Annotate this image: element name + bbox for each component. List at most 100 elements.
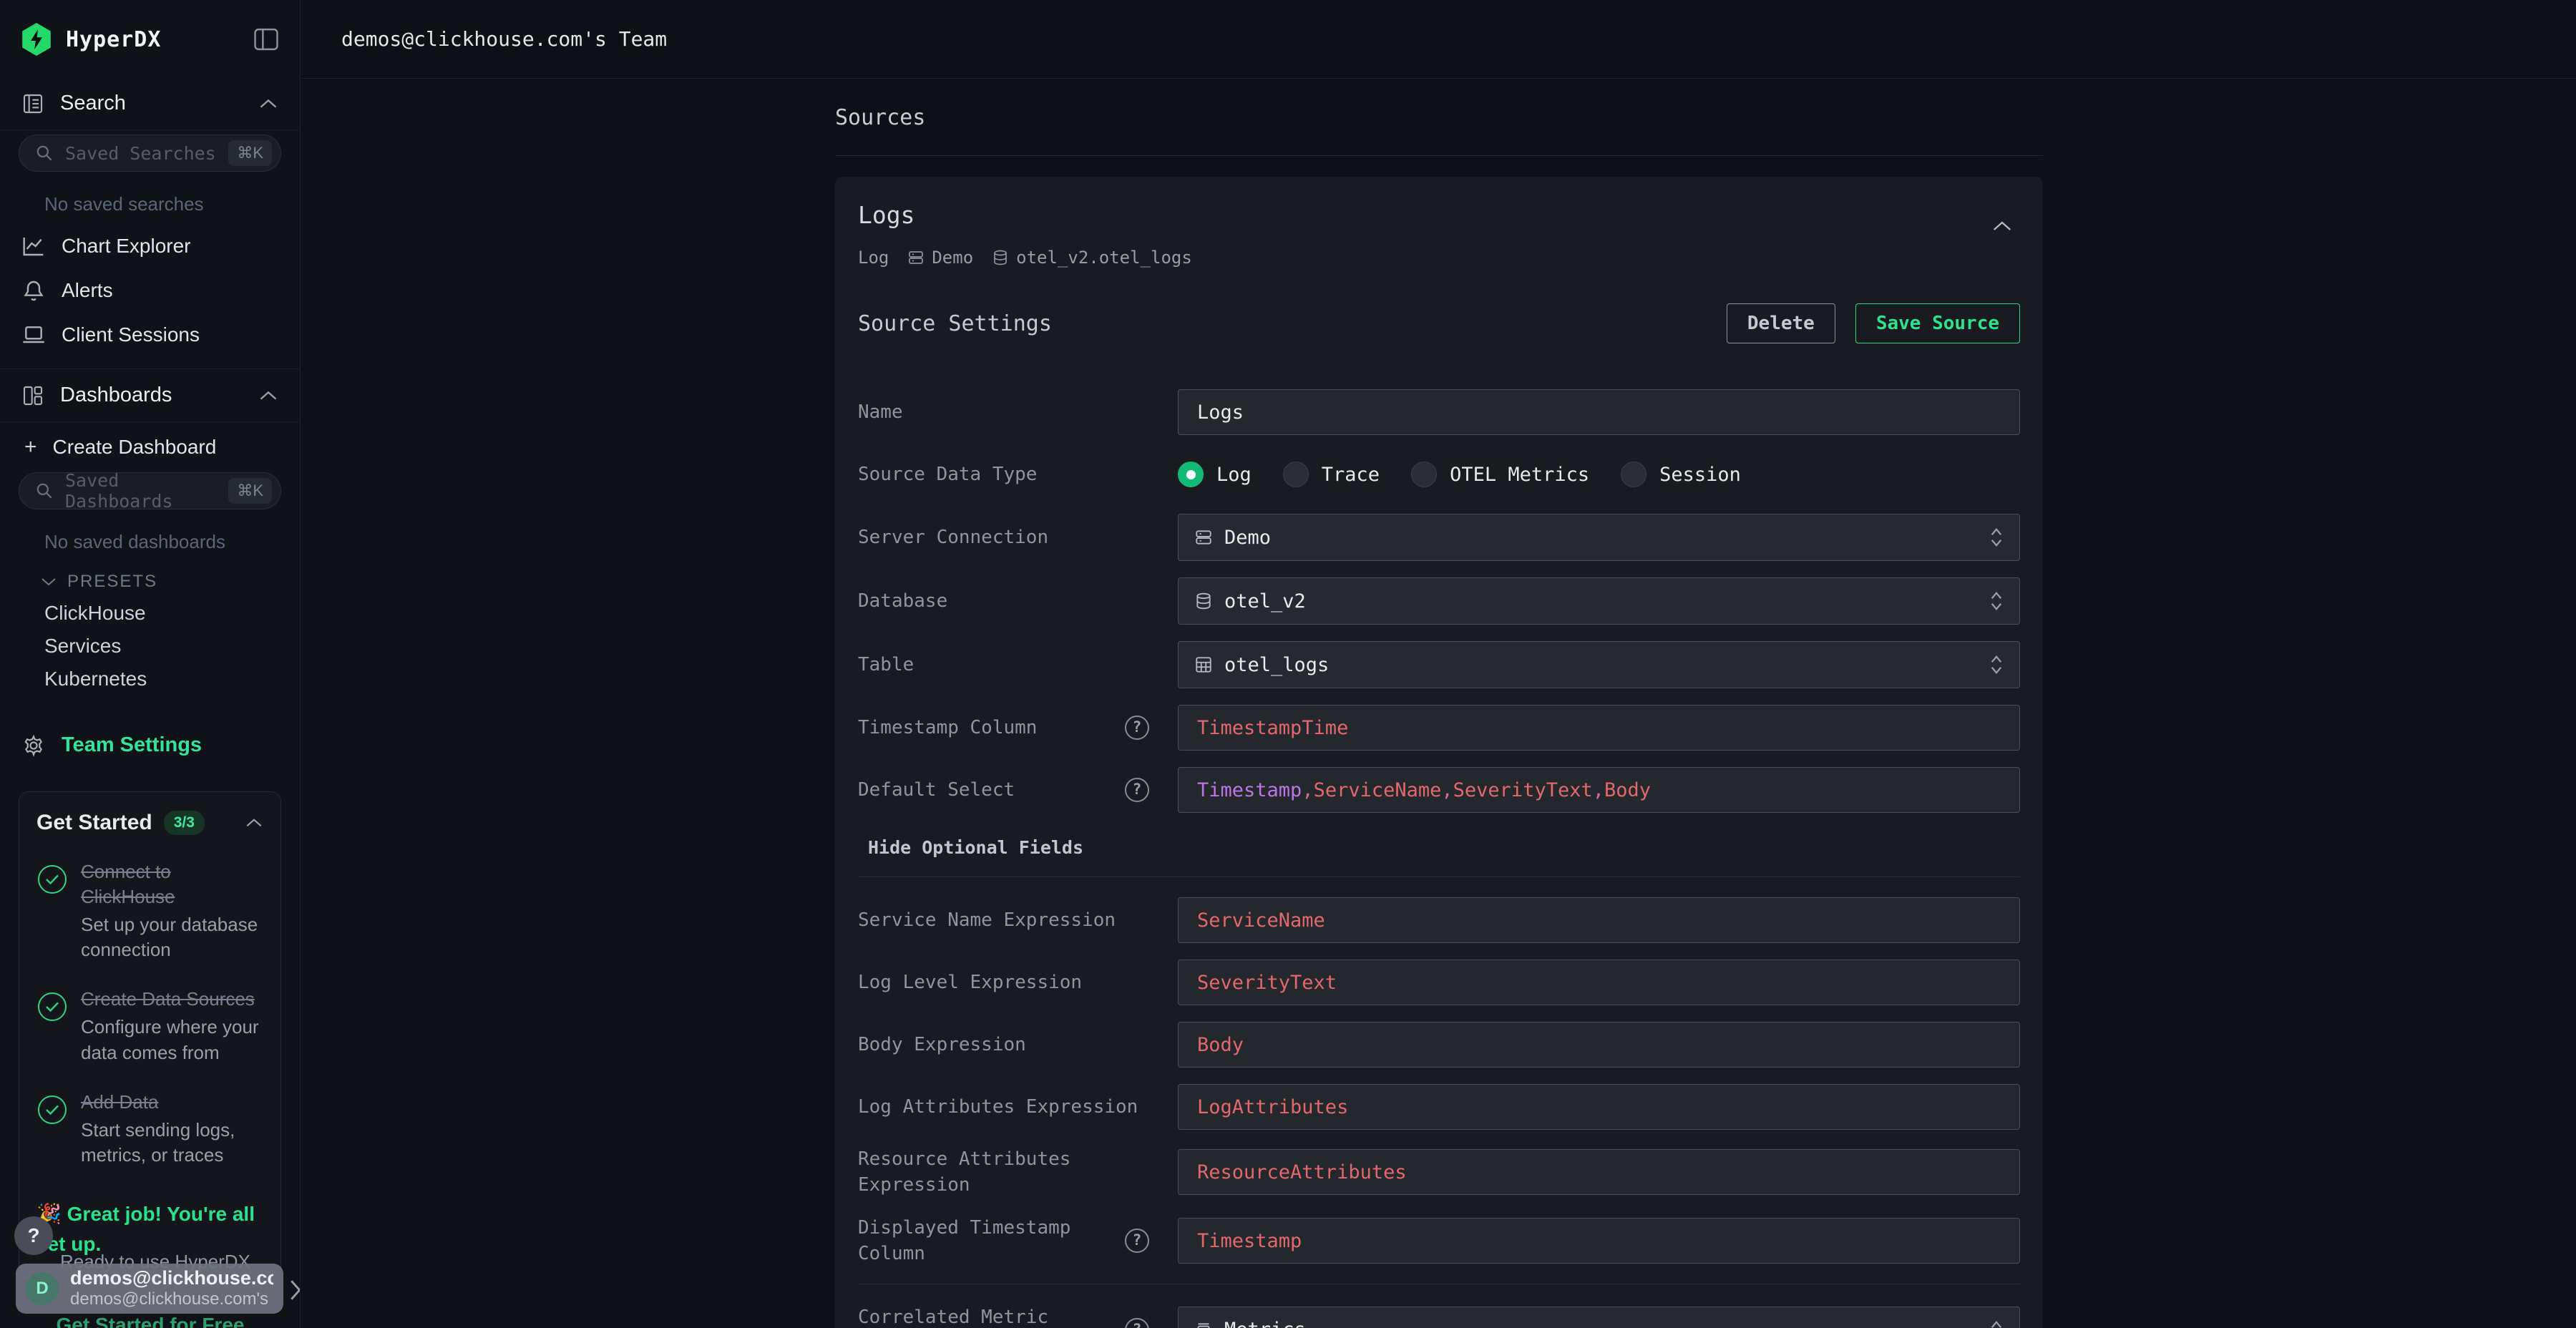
get-started-free-link[interactable]: Get Started for Free [0, 1314, 301, 1328]
metrics-icon [1194, 1321, 1213, 1328]
laptop-icon [21, 325, 46, 345]
search-section-icon [21, 92, 44, 115]
search-section-label: Search [60, 92, 126, 115]
source-card-logs: Logs Log Demo [835, 177, 2043, 1328]
dashboards-section-header[interactable]: Dashboards [0, 368, 300, 422]
body-expression-input[interactable]: Body [1178, 1022, 2020, 1068]
radio-session[interactable]: Session [1621, 462, 1741, 487]
topbar: demos@clickhouse.com's Team [301, 0, 2576, 79]
sidebar-item-chart-explorer[interactable]: Chart Explorer [0, 224, 300, 268]
sidebar-item-label: Client Sessions [62, 323, 200, 346]
search-icon [35, 144, 54, 162]
chevron-right-icon [288, 1278, 301, 1302]
displayed-timestamp-column-input[interactable]: Timestamp [1178, 1218, 2020, 1264]
collapse-sidebar-icon[interactable] [253, 27, 280, 52]
step-description: Configure where your data comes from [81, 1015, 263, 1065]
dashboards-section-label: Dashboards [60, 384, 172, 407]
get-started-card: Get Started 3/3 Connect to ClickHouse Se… [19, 791, 281, 1279]
saved-searches-input[interactable]: Saved Searches ⌘K [19, 135, 281, 172]
default-select-label: Default Select ? [858, 777, 1178, 803]
database-icon [1194, 592, 1213, 610]
source-data-type-label: Source Data Type [858, 462, 1178, 487]
team-settings-link[interactable]: Team Settings [0, 719, 300, 771]
select-chevrons-icon [1989, 654, 2004, 675]
source-tags: Log Demo otel_v2.otel_logs [858, 248, 2020, 268]
save-source-button[interactable]: Save Source [1855, 303, 2020, 343]
get-started-item: Add Data Start sending logs, metrics, or… [36, 1090, 263, 1168]
check-circle-icon [38, 992, 67, 1021]
log-attributes-expression-input[interactable]: LogAttributes [1178, 1084, 2020, 1130]
connection-tag: Demo [907, 248, 973, 268]
radio-otel-metrics[interactable]: OTEL Metrics [1411, 462, 1589, 487]
logo-row: HyperDX [0, 0, 300, 77]
main-content: Sources Logs Log Demo [301, 79, 2576, 1328]
question-circle-icon[interactable]: ? [1125, 716, 1149, 740]
create-dashboard-button[interactable]: + Create Dashboard [0, 422, 300, 468]
chevron-up-icon [258, 97, 278, 110]
source-type-tag: Log [858, 248, 889, 268]
hide-optional-fields-toggle[interactable]: Hide Optional Fields [868, 837, 2020, 858]
sidebar: HyperDX Search Saved Searches ⌘K No save… [0, 0, 301, 1328]
chart-explorer-icon [21, 235, 46, 257]
timestamp-column-label: Timestamp Column ? [858, 715, 1178, 741]
radio-trace[interactable]: Trace [1283, 462, 1380, 487]
step-title: Add Data [81, 1090, 263, 1115]
radio-dot [1621, 462, 1646, 487]
bell-icon [21, 279, 46, 302]
user-email: demos@clickhouse.com [70, 1267, 273, 1289]
shortcut-badge: ⌘K [228, 140, 272, 166]
preset-kubernetes[interactable]: Kubernetes [44, 668, 300, 690]
chevron-up-icon[interactable] [245, 817, 263, 829]
delete-button[interactable]: Delete [1727, 303, 1835, 343]
resource-attributes-expression-label: Resource Attributes Expression [858, 1146, 1178, 1198]
step-description: Set up your database connection [81, 912, 263, 962]
radio-dot [1283, 462, 1309, 487]
table-tag: otel_v2.otel_logs [992, 248, 1192, 268]
database-label: Database [858, 588, 1178, 614]
table-label: Table [858, 652, 1178, 678]
name-input[interactable]: Logs [1178, 389, 2020, 435]
table-select[interactable]: otel_logs [1178, 641, 2020, 688]
presets-label: PRESETS [67, 572, 157, 592]
create-dashboard-label: Create Dashboard [53, 436, 217, 459]
sidebar-item-alerts[interactable]: Alerts [0, 268, 300, 313]
question-circle-icon[interactable]: ? [1125, 1318, 1149, 1328]
saved-dashboards-input[interactable]: Saved Dashboards ⌘K [19, 472, 281, 509]
search-icon [35, 482, 54, 500]
sidebar-item-client-sessions[interactable]: Client Sessions [0, 313, 300, 357]
correlated-metric-source-select[interactable]: Metrics [1178, 1307, 2020, 1328]
team-title: demos@clickhouse.com's Team [341, 27, 667, 51]
saved-searches-placeholder: Saved Searches [65, 143, 228, 164]
shortcut-badge: ⌘K [228, 478, 272, 504]
source-data-type-radios: Log Trace OTEL Metrics Session [1178, 451, 2020, 497]
server-connection-label: Server Connection [858, 524, 1178, 550]
get-started-item: Create Data Sources Configure where your… [36, 987, 263, 1065]
correlated-metric-source-label: Correlated Metric Source ? [858, 1304, 1178, 1328]
displayed-timestamp-column-label: Displayed Timestamp Column ? [858, 1215, 1178, 1267]
log-level-expression-input[interactable]: SeverityText [1178, 960, 2020, 1005]
question-circle-icon[interactable]: ? [1125, 1229, 1149, 1253]
question-circle-icon[interactable]: ? [1125, 778, 1149, 802]
hyperdx-logo-icon [20, 23, 53, 56]
get-started-item: Connect to ClickHouse Set up your databa… [36, 859, 263, 962]
default-select-input[interactable]: Timestamp,ServiceName,SeverityText,Body [1178, 767, 2020, 813]
service-name-expression-label: Service Name Expression [858, 907, 1178, 933]
user-menu[interactable]: D demos@clickhouse.com demos@clickhouse.… [16, 1264, 283, 1314]
preset-clickhouse[interactable]: ClickHouse [44, 602, 300, 625]
chevron-down-icon [40, 576, 57, 587]
timestamp-column-input[interactable]: TimestampTime [1178, 705, 2020, 751]
check-circle-icon [38, 1095, 67, 1124]
radio-log[interactable]: Log [1178, 462, 1252, 487]
resource-attributes-expression-input[interactable]: ResourceAttributes [1178, 1149, 2020, 1195]
saved-dashboards-placeholder: Saved Dashboards [65, 470, 228, 512]
server-connection-select[interactable]: Demo [1178, 514, 2020, 561]
help-button[interactable]: ? [14, 1216, 53, 1255]
preset-services[interactable]: Services [44, 635, 300, 658]
presets-toggle[interactable]: PRESETS [40, 572, 300, 592]
get-started-title: Get Started [36, 811, 152, 835]
service-name-expression-input[interactable]: ServiceName [1178, 897, 2020, 943]
database-select[interactable]: otel_v2 [1178, 577, 2020, 625]
server-icon [1194, 528, 1213, 547]
search-section-header[interactable]: Search [0, 77, 300, 130]
collapse-source-icon[interactable] [1991, 220, 2013, 233]
